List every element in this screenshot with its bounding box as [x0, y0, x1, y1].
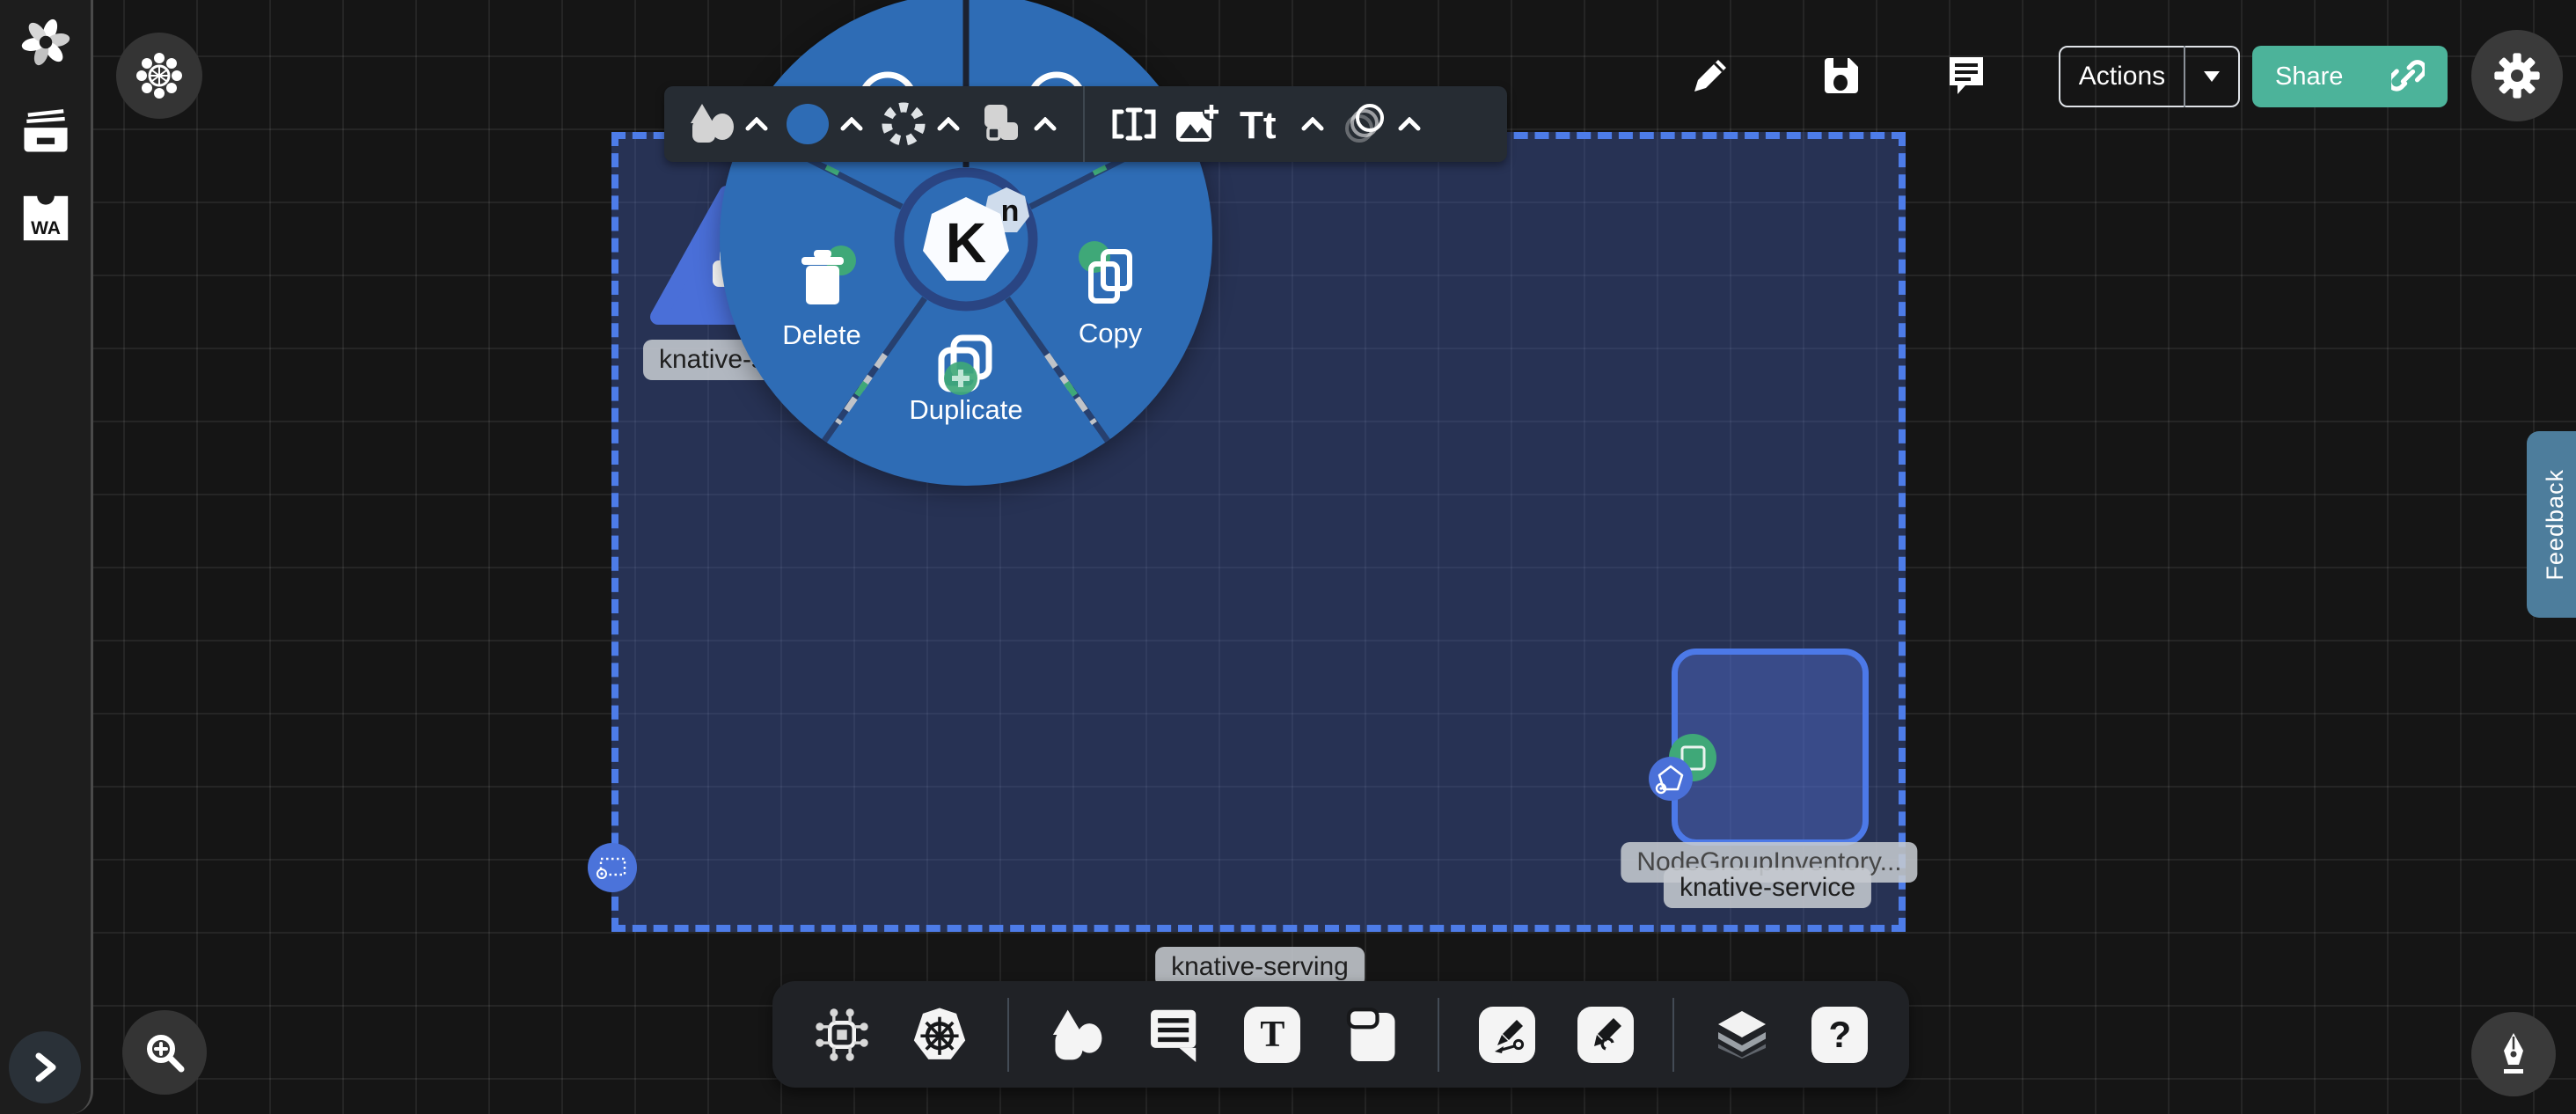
chevron-up-icon — [1398, 117, 1421, 131]
shape-style-dropdown[interactable] — [687, 102, 768, 146]
radial-context-menu: Delete Copy Duplicate K — [711, 0, 1221, 495]
group-style-dropdown[interactable] — [977, 101, 1057, 147]
chevron-up-icon — [937, 117, 960, 131]
pencil-icon — [1691, 56, 1730, 95]
pen-tool-icon — [1479, 1007, 1535, 1063]
shapes-icon — [1051, 1008, 1102, 1062]
link-icon — [2391, 60, 2425, 93]
border-style-dropdown[interactable] — [881, 101, 960, 147]
resize-icon — [1111, 105, 1157, 143]
tool-pen-path[interactable] — [1473, 997, 1540, 1073]
text-style-dropdown[interactable]: Tt — [1238, 103, 1324, 145]
save-icon — [1823, 56, 1860, 95]
tool-marker[interactable] — [1571, 997, 1639, 1073]
dock-divider — [1007, 998, 1009, 1072]
shape-style-icon — [687, 102, 735, 146]
toolbar-divider — [1083, 86, 1085, 162]
kubernetes-icon — [911, 1006, 969, 1064]
edit-button[interactable] — [1686, 51, 1735, 100]
pinwheel-logo-icon — [20, 17, 71, 68]
pen-nib-icon — [2492, 1031, 2535, 1077]
pentagon-badge-icon — [1647, 755, 1694, 803]
pen-mode-button[interactable] — [2471, 1012, 2556, 1096]
tool-card[interactable] — [1336, 997, 1404, 1073]
tool-connections[interactable] — [808, 997, 875, 1073]
layers-icon — [1716, 1009, 1768, 1060]
style-toolbar: Tt — [664, 86, 1507, 162]
share-button[interactable]: Share — [2252, 46, 2448, 107]
fill-color-swatch — [786, 102, 830, 146]
comments-icon — [1948, 55, 1985, 96]
svg-text:Delete: Delete — [782, 319, 861, 350]
sidebar-item-pinwheel[interactable] — [18, 14, 74, 70]
app-stage: knative-s NodeGroupInventory... knative-… — [0, 0, 2576, 1114]
comment-icon — [1148, 1008, 1201, 1062]
help-icon: ? — [1811, 1007, 1868, 1063]
connections-icon — [814, 1007, 870, 1063]
sidebar-item-archive[interactable] — [18, 102, 74, 158]
trash-icon — [801, 250, 844, 304]
chevron-up-icon — [1301, 117, 1324, 131]
tool-dock: T — [772, 981, 1909, 1088]
chevron-right-icon — [32, 1051, 58, 1084]
gear-icon — [2492, 51, 2542, 100]
sidebar-item-webassembly[interactable]: WA — [18, 190, 74, 246]
card-icon — [1344, 1006, 1397, 1064]
svg-text:Copy: Copy — [1079, 318, 1143, 348]
tool-kubernetes[interactable] — [905, 997, 973, 1073]
dock-divider — [1672, 998, 1674, 1072]
chevron-up-icon — [840, 117, 863, 131]
text-tool-icon: T — [1244, 1007, 1300, 1063]
actions-label: Actions — [2060, 62, 2184, 92]
tool-help[interactable]: ? — [1806, 997, 1874, 1073]
tool-shapes[interactable] — [1043, 997, 1110, 1073]
add-image-icon — [1175, 103, 1220, 145]
svg-text:Duplicate: Duplicate — [909, 394, 1022, 425]
dock-divider — [1438, 998, 1439, 1072]
chevron-up-icon — [1034, 117, 1057, 131]
expand-sidebar-button[interactable] — [9, 1031, 81, 1103]
feedback-label: Feedback — [2542, 469, 2569, 581]
border-style-icon — [881, 101, 926, 147]
quick-add-button[interactable] — [116, 33, 202, 119]
actions-button[interactable]: Actions — [2059, 46, 2240, 107]
zoom-in-icon — [142, 1030, 187, 1075]
feedback-tab[interactable]: Feedback — [2527, 431, 2576, 618]
webassembly-icon: WA — [21, 194, 70, 243]
selection-area-icon[interactable] — [588, 843, 637, 892]
svg-text:Tt: Tt — [1240, 104, 1277, 145]
settings-button[interactable] — [2471, 30, 2563, 121]
tool-comment[interactable] — [1140, 997, 1208, 1073]
save-button[interactable] — [1817, 51, 1866, 100]
tool-text[interactable]: T — [1239, 997, 1306, 1073]
knative-logo[interactable]: K n — [899, 172, 1033, 306]
share-label: Share — [2275, 62, 2343, 92]
opacity-icon — [1342, 102, 1387, 146]
text-style-icon: Tt — [1238, 103, 1291, 145]
actions-caret-button[interactable] — [2185, 71, 2238, 82]
zoom-in-button[interactable] — [122, 1010, 207, 1095]
chevron-up-icon — [745, 117, 768, 131]
sidebar: WA — [0, 0, 93, 1114]
caret-down-icon — [2204, 71, 2220, 82]
svg-text:n: n — [1001, 194, 1020, 228]
flower-burst-icon — [136, 53, 182, 99]
archive-icon — [20, 107, 71, 153]
group-style-icon — [977, 101, 1023, 147]
comments-button[interactable] — [1942, 51, 1991, 100]
svg-text:WA: WA — [31, 218, 61, 238]
fill-color-dropdown[interactable] — [786, 102, 863, 146]
marker-tool-icon — [1577, 1007, 1634, 1063]
opacity-dropdown[interactable] — [1342, 102, 1421, 146]
tool-layers[interactable] — [1708, 997, 1775, 1073]
svg-text:K: K — [946, 211, 986, 275]
resize-button[interactable] — [1111, 105, 1157, 143]
add-image-button[interactable] — [1175, 103, 1220, 145]
node-label: knative-service — [1664, 868, 1871, 908]
